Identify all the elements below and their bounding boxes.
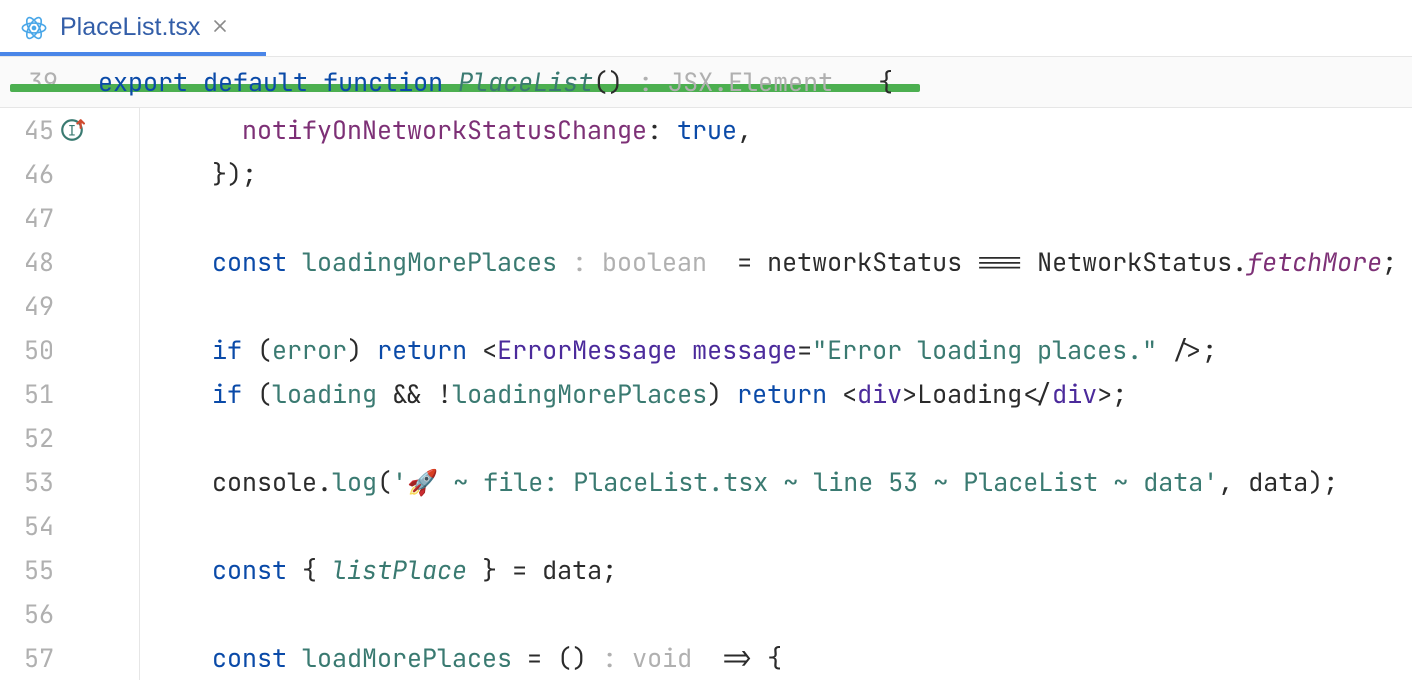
gutter-extra — [58, 460, 100, 504]
code-line[interactable]: 48 const loadingMorePlaces : boolean = n… — [0, 240, 1412, 284]
react-file-icon — [20, 14, 48, 42]
line-number: 48 — [0, 240, 58, 284]
code-line[interactable]: 45 I notifyOnNetworkStatusChange: true, — [0, 108, 1412, 152]
line-number: 49 — [0, 284, 58, 328]
line-number: 50 — [0, 328, 58, 372]
gutter-extra — [58, 548, 100, 592]
gutter-extra — [58, 284, 100, 328]
close-icon[interactable] — [212, 18, 232, 38]
code-content[interactable] — [140, 416, 152, 460]
code-content[interactable] — [140, 284, 152, 328]
tab-label: PlaceList.tsx — [60, 13, 200, 42]
sticky-function-header[interactable]: 39 export default function PlaceList() :… — [0, 56, 1412, 108]
line-number: 45 — [0, 108, 58, 152]
gutter-extra — [58, 636, 100, 680]
sticky-line-number: 39 — [0, 65, 64, 99]
fold-strip — [100, 328, 140, 372]
code-line[interactable]: 56 — [0, 592, 1412, 636]
code-line[interactable]: 54 — [0, 504, 1412, 548]
line-number: 51 — [0, 372, 58, 416]
code-line[interactable]: 53 console.log('🚀 ~ file: PlaceList.tsx … — [0, 460, 1412, 504]
fold-strip — [100, 636, 140, 680]
editor-body[interactable]: 45I notifyOnNetworkStatusChange: true,46… — [0, 108, 1412, 680]
line-number: 52 — [0, 416, 58, 460]
line-number: 55 — [0, 548, 58, 592]
gutter-extra — [58, 196, 100, 240]
code-content[interactable]: if (error) return <ErrorMessage message=… — [140, 328, 1217, 372]
code-content[interactable] — [140, 592, 152, 636]
gutter-extra — [58, 152, 100, 196]
code-line[interactable]: 47 — [0, 196, 1412, 240]
gutter-extra — [58, 240, 100, 284]
fold-strip — [100, 152, 140, 196]
code-content[interactable]: notifyOnNetworkStatusChange: true, — [140, 108, 752, 152]
code-line[interactable]: 57 const loadMorePlaces = () : void => { — [0, 636, 1412, 680]
line-number: 53 — [0, 460, 58, 504]
fold-strip — [100, 372, 140, 416]
line-number: 47 — [0, 196, 58, 240]
tab-bar: PlaceList.tsx — [0, 0, 1412, 56]
sticky-code: export default function PlaceList() : JS… — [64, 65, 893, 99]
gutter-extra — [58, 592, 100, 636]
code-content[interactable]: if (loading && !loadingMorePlaces) retur… — [140, 372, 1127, 416]
line-number: 56 — [0, 592, 58, 636]
code-line[interactable]: 49 — [0, 284, 1412, 328]
line-number: 57 — [0, 636, 58, 680]
tab-placelist[interactable]: PlaceList.tsx — [0, 0, 250, 55]
code-content[interactable]: const loadMorePlaces = () : void => { — [140, 636, 782, 680]
fold-strip — [100, 196, 140, 240]
fold-strip — [100, 460, 140, 504]
gutter-extra: I — [58, 108, 100, 152]
line-number: 54 — [0, 504, 58, 548]
line-number: 46 — [0, 152, 58, 196]
fold-strip — [100, 416, 140, 460]
usage-up-icon[interactable]: I — [58, 116, 86, 144]
code-line[interactable]: 46 }); — [0, 152, 1412, 196]
gutter-extra — [58, 328, 100, 372]
code-content[interactable] — [140, 504, 152, 548]
fold-strip — [100, 240, 140, 284]
gutter-extra — [58, 416, 100, 460]
code-content[interactable]: console.log('🚀 ~ file: PlaceList.tsx ~ l… — [140, 460, 1338, 504]
fold-strip — [100, 592, 140, 636]
code-content[interactable]: const { listPlace } = data; — [140, 548, 617, 592]
code-line[interactable]: 55 const { listPlace } = data; — [0, 548, 1412, 592]
code-line[interactable]: 50 if (error) return <ErrorMessage messa… — [0, 328, 1412, 372]
gutter-extra — [58, 372, 100, 416]
fold-strip — [100, 108, 140, 152]
fold-strip — [100, 504, 140, 548]
code-line[interactable]: 51 if (loading && !loadingMorePlaces) re… — [0, 372, 1412, 416]
svg-text:I: I — [68, 122, 76, 140]
code-line[interactable]: 52 — [0, 416, 1412, 460]
fold-strip — [100, 284, 140, 328]
code-content[interactable] — [140, 196, 152, 240]
gutter-extra — [58, 504, 100, 548]
code-content[interactable]: const loadingMorePlaces : boolean = netw… — [140, 240, 1397, 284]
code-content[interactable]: }); — [140, 152, 257, 196]
fold-strip — [100, 548, 140, 592]
